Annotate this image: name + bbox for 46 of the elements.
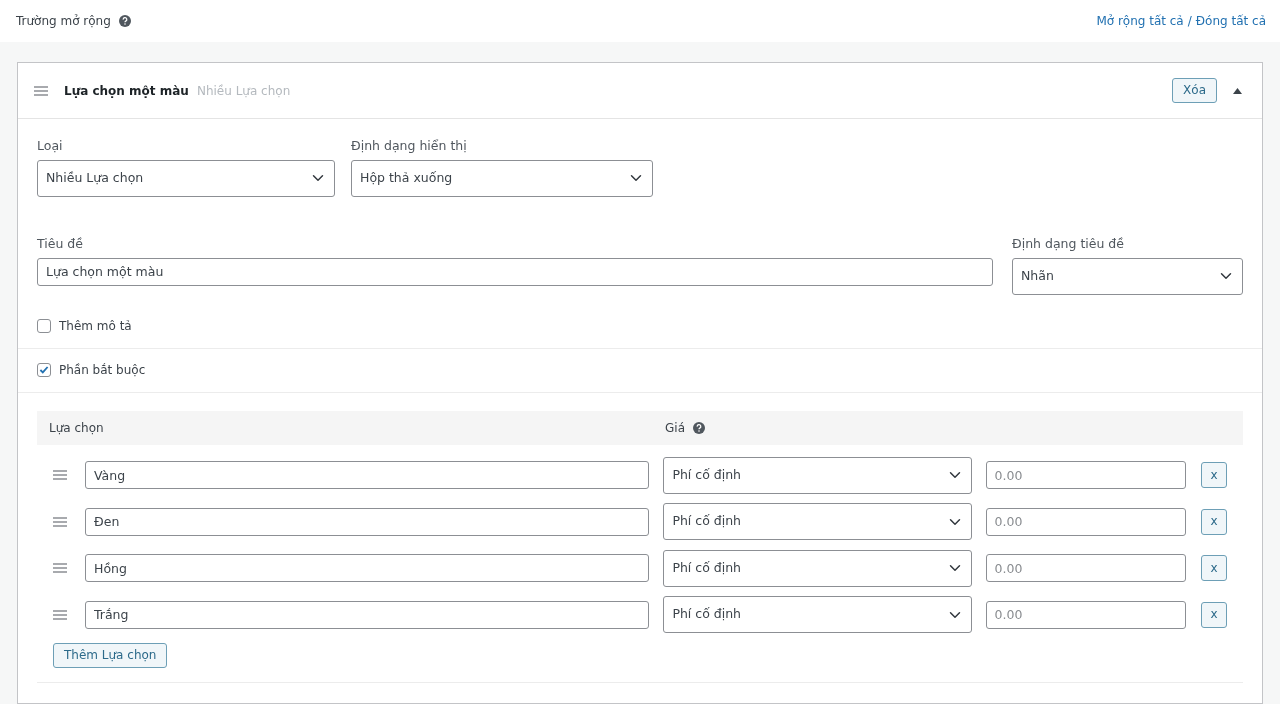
field-label: Loại (37, 137, 64, 155)
section-title: Trường mở rộng (16, 13, 111, 30)
price-type-select[interactable]: Phí cố định (663, 596, 972, 633)
checkbox-label: Phần bắt buộc (59, 361, 146, 379)
display-select[interactable]: Hộp thả xuống (351, 159, 653, 197)
field-label: Tiêu đề (37, 234, 84, 253)
expand-all-link[interactable]: Mở rộng tất cả (1096, 12, 1184, 30)
price-input[interactable]: 0.00 (985, 507, 1187, 536)
add-option-button[interactable]: Thêm Lựa chọn (53, 643, 168, 668)
drag-handle-icon[interactable] (53, 516, 67, 527)
title-input[interactable]: Lựa chọn một màu (37, 257, 993, 286)
link-separator: / (1187, 13, 1192, 30)
checkbox-label: Thêm mô tả (59, 317, 132, 335)
collapse-all-link[interactable]: Đóng tất cả (1195, 12, 1266, 30)
remove-option-button[interactable]: x (1201, 601, 1227, 628)
field-label: Định dạng hiển thị (351, 137, 468, 155)
title-format-select[interactable]: Nhãn (1012, 257, 1243, 295)
type-select[interactable]: Nhiều Lựa chọn (37, 159, 335, 197)
field-title: Lựa chọn một màu (64, 82, 189, 100)
price-input[interactable]: 0.00 (985, 461, 1187, 489)
drag-handle-icon[interactable] (34, 85, 48, 96)
price-type-select[interactable]: Phí cố định (663, 456, 972, 494)
help-icon[interactable] (118, 15, 131, 27)
delete-button[interactable]: Xóa (1172, 78, 1217, 103)
column-header: Giá (665, 419, 685, 437)
drag-handle-icon[interactable] (53, 563, 67, 573)
checkbox[interactable] (37, 318, 51, 333)
help-icon[interactable] (693, 421, 705, 434)
option-name-input[interactable]: Đen (85, 507, 650, 536)
drag-handle-icon[interactable] (53, 470, 67, 480)
checkbox[interactable] (37, 362, 51, 377)
price-type-select[interactable]: Phí cố định (663, 549, 972, 587)
remove-option-button[interactable]: x (1201, 462, 1227, 488)
field-label: Định dạng tiêu đề (1012, 234, 1125, 253)
option-name-input[interactable]: Vàng (85, 461, 650, 489)
collapse-arrow-icon[interactable] (1233, 87, 1242, 94)
price-input[interactable]: 0.00 (985, 554, 1187, 582)
price-type-select[interactable]: Phí cố định (663, 503, 972, 540)
drag-handle-icon[interactable] (53, 609, 67, 620)
column-header: Lựa chọn (49, 419, 105, 437)
field-type: Nhiều Lựa chọn (196, 82, 291, 100)
remove-option-button[interactable]: x (1201, 508, 1227, 535)
price-input[interactable]: 0.00 (985, 600, 1187, 629)
option-name-input[interactable]: Hồng (85, 554, 650, 582)
remove-option-button[interactable]: x (1201, 555, 1227, 581)
option-name-input[interactable]: Trắng (85, 600, 650, 629)
